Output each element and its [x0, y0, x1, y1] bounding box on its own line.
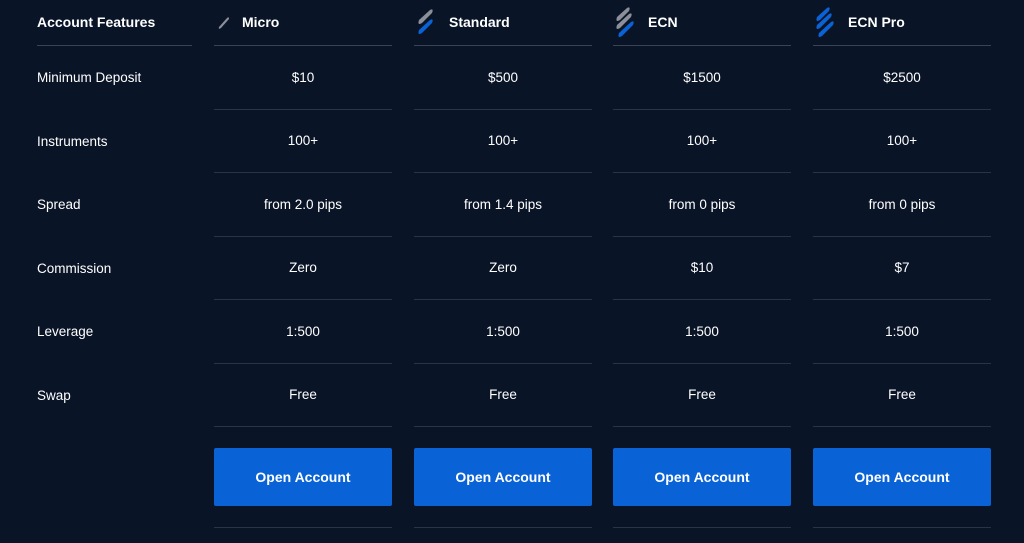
- account-value: from 0 pips: [613, 173, 791, 237]
- micro-logo-icon: [218, 16, 229, 29]
- standard-logo-icon: [418, 8, 433, 34]
- account-value: Free: [214, 364, 392, 427]
- account-header: Standard: [414, 0, 592, 46]
- account-value: $7: [813, 237, 991, 300]
- open-account-button-micro[interactable]: Open Account: [214, 448, 392, 506]
- account-value: from 0 pips: [813, 173, 991, 237]
- ecn-logo-icon: [616, 6, 634, 37]
- button-cell: Open Account: [613, 427, 791, 528]
- account-value: 1:500: [414, 300, 592, 364]
- account-column-ecn: ECN $1500 100+ from 0 pips $10 1:500 Fre…: [613, 0, 791, 528]
- account-column-standard: Standard $500 100+ from 1.4 pips Zero 1:…: [414, 0, 592, 528]
- account-header: ECN: [613, 0, 791, 46]
- account-value: $1500: [613, 46, 791, 110]
- account-column-micro: Micro $10 100+ from 2.0 pips Zero 1:500 …: [214, 0, 392, 528]
- account-value: Free: [414, 364, 592, 427]
- feature-label: Instruments: [37, 133, 108, 149]
- feature-label: Minimum Deposit: [37, 70, 142, 86]
- open-account-button-standard[interactable]: Open Account: [414, 448, 592, 506]
- account-value: from 1.4 pips: [414, 173, 592, 237]
- button-cell: Open Account: [813, 427, 991, 528]
- account-value: $500: [414, 46, 592, 110]
- feature-label: Commission: [37, 260, 112, 276]
- feature-label: Leverage: [37, 324, 94, 340]
- feature-label: Swap: [37, 387, 71, 403]
- account-value: 100+: [613, 110, 791, 173]
- account-value: Free: [813, 364, 991, 427]
- account-value: 100+: [813, 110, 991, 173]
- open-account-button-ecn-pro[interactable]: Open Account: [813, 448, 991, 506]
- account-name: ECN Pro: [848, 13, 905, 30]
- ecn-pro-logo-icon: [816, 6, 834, 37]
- account-name: Micro: [242, 13, 280, 30]
- features-header: Account Features: [37, 0, 192, 46]
- account-value: 1:500: [613, 300, 791, 364]
- features-column: Account Features Minimum Deposit Instrum…: [37, 0, 192, 427]
- account-value: Zero: [414, 237, 592, 300]
- account-value: from 2.0 pips: [214, 173, 392, 237]
- account-value: 100+: [214, 110, 392, 173]
- account-value: 100+: [414, 110, 592, 173]
- account-value: $10: [214, 46, 392, 110]
- button-cell: Open Account: [214, 427, 392, 528]
- account-value: $10: [613, 237, 791, 300]
- account-column-ecn-pro: ECN Pro $2500 100+ from 0 pips $7 1:500 …: [813, 0, 991, 528]
- account-header: Micro: [214, 0, 392, 46]
- open-account-button-ecn[interactable]: Open Account: [613, 448, 791, 506]
- account-value: 1:500: [214, 300, 392, 364]
- account-header: ECN Pro: [813, 0, 991, 46]
- account-name: ECN: [648, 13, 678, 30]
- account-value: $2500: [813, 46, 991, 110]
- feature-label: Spread: [37, 197, 81, 213]
- account-value: 1:500: [813, 300, 991, 364]
- account-value: Free: [613, 364, 791, 427]
- button-cell: Open Account: [414, 427, 592, 528]
- account-name: Standard: [449, 13, 510, 30]
- account-value: Zero: [214, 237, 392, 300]
